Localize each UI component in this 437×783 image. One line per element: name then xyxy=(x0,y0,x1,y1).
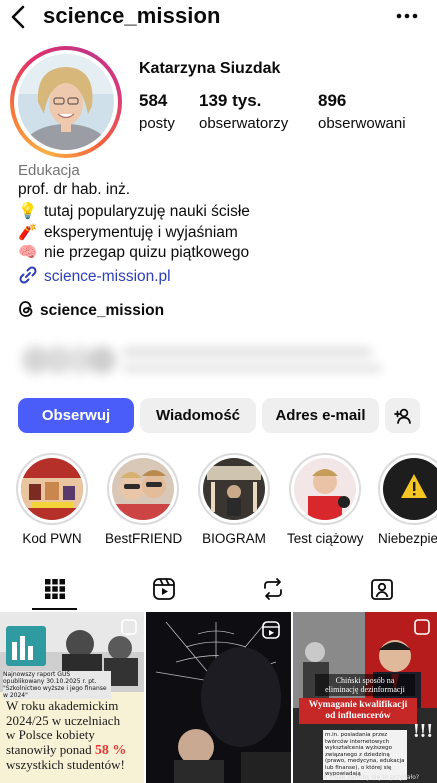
highlight-label: Kod PWN xyxy=(22,531,82,546)
highlight-cover xyxy=(383,458,437,520)
display-name: Katarzyna Siuzdak xyxy=(139,60,281,77)
highlight-niebezpie[interactable]: Niebezpie xyxy=(378,453,437,546)
link-icon xyxy=(19,266,37,284)
chevron-left-icon[interactable] xyxy=(8,4,30,30)
message-button[interactable]: Wiadomość xyxy=(140,398,256,433)
highlight-label: Test ciążowy xyxy=(287,531,364,546)
bio-line: 🧨 eksperymentuję i wyjaśniam xyxy=(18,223,238,242)
highlight-cover xyxy=(294,458,356,520)
stat-label: posty xyxy=(139,115,175,132)
bio-text: nie przegap quizu piątkowego xyxy=(44,244,250,261)
repost-icon xyxy=(263,578,282,600)
post-headline: W roku akademickim xyxy=(6,698,119,713)
bio-line: prof. dr hab. inż. xyxy=(18,181,130,199)
post-headline: w Polsce kobiety xyxy=(6,727,95,742)
post-title: Chiński sposób na xyxy=(335,676,395,685)
threads-icon xyxy=(19,301,33,317)
highlight-label: Niebezpie xyxy=(378,531,437,546)
posts-grid: Najnowszy raport GUS opublikowany 30.10.… xyxy=(0,612,437,783)
add-user-button[interactable] xyxy=(385,398,420,433)
lightbulb-icon: 💡 xyxy=(18,203,38,220)
post-banner: od influencerów xyxy=(325,711,391,721)
post-headline: 2024/25 w uczelniach xyxy=(6,712,121,728)
stat-value: 139 tys. xyxy=(199,91,262,110)
active-tab-indicator xyxy=(32,608,77,610)
tab-reels[interactable] xyxy=(109,568,218,610)
link-text: science-mission.pl xyxy=(44,268,171,285)
profile-category: Edukacja xyxy=(18,162,80,179)
stat-label: obserwatorzy xyxy=(199,115,289,132)
blurred-followers-row xyxy=(18,340,418,380)
bio-text: prof. dr hab. inż. xyxy=(18,181,131,198)
post-marks: !!! xyxy=(413,720,433,742)
threads-handle: science_mission xyxy=(40,302,165,319)
highlight-kod-pwn[interactable]: Kod PWN xyxy=(14,453,90,546)
tagged-icon xyxy=(370,579,393,600)
add-user-icon xyxy=(393,408,411,424)
brain-icon: 🧠 xyxy=(18,244,38,261)
highlight-test-ciazowy[interactable]: Test ciążowy xyxy=(287,453,364,546)
stat-followers[interactable]: 139 tys. obserwatorzy xyxy=(199,91,288,132)
stat-label: obserwowani xyxy=(318,115,406,132)
tab-tagged[interactable] xyxy=(327,568,436,610)
highlight-bestfriend[interactable]: BestFRIEND xyxy=(105,453,183,546)
firecracker-icon: 🧨 xyxy=(18,224,38,241)
post-banner: Wymaganie kwalifikacji xyxy=(308,700,408,710)
highlight-cover xyxy=(21,458,83,520)
email-button[interactable]: Adres e-mail xyxy=(262,398,379,433)
tab-posts-grid[interactable] xyxy=(0,568,109,610)
highlight-cover xyxy=(112,458,174,520)
reels-icon xyxy=(152,578,175,600)
post-headline: wszystkich studentów! xyxy=(6,757,125,772)
post-title: eliminację dezinformacji xyxy=(325,685,405,694)
highlight-cover xyxy=(203,458,265,520)
post-question: A może nam by się to przydało? xyxy=(323,774,420,781)
stat-value: 584 xyxy=(139,91,168,110)
profile-link[interactable]: science-mission.pl xyxy=(18,266,171,286)
bio-text: eksperymentuję i wyjaśniam xyxy=(44,224,238,241)
threads-badge[interactable]: science_mission xyxy=(18,300,164,320)
bio-line: 🧠 nie przegap quizu piątkowego xyxy=(18,243,249,262)
avatar-photo xyxy=(18,54,114,150)
ellipsis-icon[interactable] xyxy=(395,4,419,28)
highlight-biogram[interactable]: BIOGRAM xyxy=(196,453,272,546)
post-body: m.in. posiadania przez twórców interneto… xyxy=(323,730,407,780)
post-headline: stanowiły ponad xyxy=(6,741,92,757)
highlight-label: BestFRIEND xyxy=(105,531,183,546)
post-thumbnail[interactable]: Najnowszy raport GUS opublikowany 30.10.… xyxy=(0,612,144,783)
highlight-label: BIOGRAM xyxy=(202,531,266,546)
stat-value: 896 xyxy=(318,91,347,110)
top-bar: science_mission xyxy=(0,0,437,34)
post-thumbnail[interactable]: Chiński sposób na eliminację dezinformac… xyxy=(293,612,437,783)
post-thumbnail[interactable] xyxy=(146,612,291,783)
bio-line: 💡 tutaj popularyzuję nauki ścisłe xyxy=(18,202,250,221)
tab-reposts[interactable] xyxy=(218,568,327,610)
profile-username: science_mission xyxy=(43,3,221,28)
grid-icon xyxy=(44,579,65,599)
profile-avatar[interactable] xyxy=(10,46,122,158)
stat-posts[interactable]: 584 posty xyxy=(139,91,175,132)
post-caption-small: Najnowszy raport GUS opublikowany 30.10.… xyxy=(3,671,111,699)
bio-text: tutaj popularyzuję nauki ścisłe xyxy=(44,203,250,220)
post-percent: 58 % xyxy=(94,742,127,758)
follow-button[interactable]: Obserwuj xyxy=(18,398,134,433)
stat-following[interactable]: 896 obserwowani xyxy=(318,91,406,132)
profile-tabs xyxy=(0,568,437,610)
